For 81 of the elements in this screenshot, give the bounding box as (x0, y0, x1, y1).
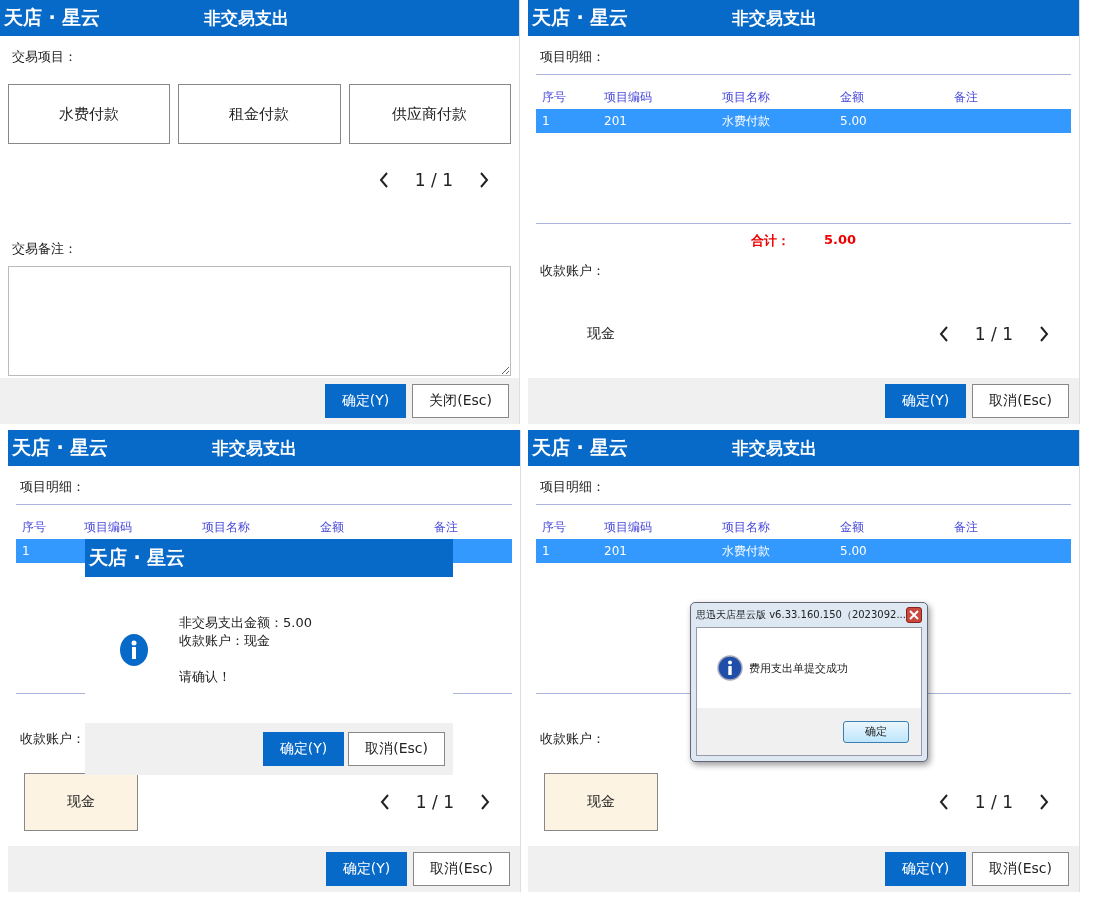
column-header: 项目名称 (721, 88, 771, 106)
window-title: 非交易支出 (732, 6, 817, 30)
table-cell-text: 5.00 (839, 544, 868, 558)
cancel-button[interactable]: 取消(Esc) (972, 852, 1069, 886)
section-label: 项目明细： (539, 478, 605, 496)
chevron-left-icon[interactable] (379, 794, 390, 810)
table-cell-text: 201 (603, 114, 628, 128)
close-button[interactable] (905, 607, 922, 623)
chevron-right-icon[interactable] (479, 172, 489, 188)
section-label: 项目明细： (539, 48, 605, 66)
logo: 天店 · 星云 (531, 5, 630, 30)
info-icon (717, 655, 743, 681)
column-header: 备注 (433, 518, 459, 536)
confirm-button[interactable]: 确定(Y) (884, 852, 967, 886)
column-header: 序号 (541, 88, 567, 106)
column-header: 项目名称 (201, 518, 251, 536)
logo: 天店 · 星云 (531, 435, 630, 460)
column-header: 备注 (953, 88, 979, 106)
window-title: 非交易支出 (212, 436, 297, 460)
section-label: 交易项目： (11, 48, 77, 66)
item-tile[interactable]: 租金付款 (178, 84, 341, 144)
table-cell-text: 1 (541, 544, 551, 558)
table-cell-text: 1 (21, 544, 31, 558)
item-tile[interactable]: 供应商付款 (348, 84, 511, 144)
column-header: 备注 (953, 518, 979, 536)
page-indicator: 1 / 1 (414, 170, 453, 190)
chevron-right-icon[interactable] (480, 794, 490, 810)
section-label: 收款账户： (539, 730, 605, 748)
chevron-left-icon[interactable] (938, 326, 949, 342)
confirm-button[interactable]: 确定(Y) (324, 384, 407, 418)
column-header: 序号 (541, 518, 567, 536)
remark-field[interactable] (8, 266, 511, 376)
logo: 天店 · 星云 (11, 435, 110, 460)
total-label: 合计： (750, 232, 790, 250)
confirm-button[interactable]: 确定(Y) (884, 384, 967, 418)
dialog-message: 费用支出单提交成功 (749, 660, 848, 676)
logo: 天店 · 星云 (3, 5, 102, 30)
page-indicator: 1 / 1 (415, 792, 454, 812)
account-tile[interactable]: 现金 (544, 305, 658, 363)
table-cell-text: 1 (541, 114, 551, 128)
chevron-left-icon[interactable] (938, 794, 949, 810)
info-icon (119, 633, 149, 667)
account-tile[interactable]: 现金 (544, 773, 658, 831)
confirm-button[interactable]: 确定(Y) (325, 852, 408, 886)
table-cell-text: 水费付款 (721, 542, 771, 560)
column-header: 金额 (319, 518, 345, 536)
column-header: 金额 (839, 518, 865, 536)
dialog-text: 请确认！ (179, 668, 232, 686)
page-indicator: 1 / 1 (974, 324, 1013, 344)
column-header: 项目编码 (603, 518, 653, 536)
table-cell-text: 5.00 (839, 114, 868, 128)
section-label: 交易备注： (11, 240, 77, 258)
page-indicator: 1 / 1 (974, 792, 1013, 812)
chevron-left-icon[interactable] (378, 172, 389, 188)
column-header: 序号 (21, 518, 47, 536)
cancel-button[interactable]: 取消(Esc) (413, 852, 510, 886)
section-label: 项目明细： (19, 478, 85, 496)
window-title: 非交易支出 (204, 6, 289, 30)
column-header: 项目名称 (721, 518, 771, 536)
window-title: 非交易支出 (732, 436, 817, 460)
section-label: 收款账户： (19, 730, 85, 748)
table-cell-text: 水费付款 (721, 112, 771, 130)
cancel-button[interactable]: 关闭(Esc) (412, 384, 509, 418)
confirm-button[interactable]: 确定(Y) (262, 732, 345, 766)
dialog-title: 思迅天店星云版 v6.33.160.150（2023092... (696, 608, 906, 622)
logo: 天店 · 星云 (88, 545, 187, 570)
table-cell-text: 201 (603, 544, 628, 558)
item-tile[interactable]: 水费付款 (8, 84, 171, 144)
cancel-button[interactable]: 取消(Esc) (348, 732, 445, 766)
column-header: 金额 (839, 88, 865, 106)
dialog-text: 收款账户：现金 (179, 632, 271, 650)
chevron-right-icon[interactable] (1039, 794, 1049, 810)
column-header: 项目编码 (603, 88, 653, 106)
dialog-text: 非交易支出金额：5.00 (179, 614, 312, 632)
section-label: 收款账户： (539, 262, 605, 280)
account-tile[interactable]: 现金 (24, 773, 138, 831)
column-header: 项目编码 (83, 518, 133, 536)
chevron-right-icon[interactable] (1039, 326, 1049, 342)
ok-button[interactable]: 确定 (843, 720, 909, 743)
cancel-button[interactable]: 取消(Esc) (972, 384, 1069, 418)
total-value: 5.00 (823, 232, 857, 249)
